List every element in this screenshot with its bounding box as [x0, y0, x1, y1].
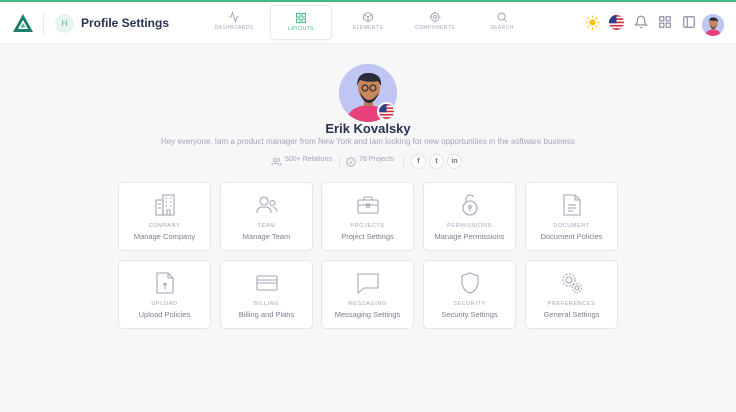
activity-icon	[229, 11, 239, 23]
grid-icon	[296, 13, 306, 23]
box-icon	[363, 11, 373, 23]
tab-dashboards[interactable]: Dashboards	[203, 5, 265, 40]
tab-layouts[interactable]: Layouts	[270, 5, 332, 40]
top-navbar: H Profile Settings Dashboards Layouts El…	[0, 2, 736, 44]
twitter-icon[interactable]: t	[429, 154, 444, 169]
divider	[403, 155, 404, 169]
tab-search[interactable]: Search	[471, 5, 533, 40]
building-icon	[155, 194, 175, 216]
card-team[interactable]: Team Manage Team	[220, 182, 313, 251]
search-icon	[497, 12, 507, 22]
tab-components[interactable]: Components	[404, 5, 466, 40]
us-flag-icon[interactable]	[609, 15, 624, 30]
tab-label: Elements	[352, 25, 384, 31]
card-subtitle: Manage Company	[133, 232, 196, 241]
credit-card-icon	[256, 275, 278, 291]
message-icon	[357, 273, 379, 295]
card-subtitle: Document Policies	[540, 232, 603, 241]
card-title: Permissions	[447, 223, 492, 229]
card-subtitle: Messaging Settings	[334, 310, 401, 319]
card-subtitle: Billing and Plans	[238, 310, 295, 319]
divider	[339, 155, 340, 169]
avatar-illustration	[702, 14, 724, 36]
shield-icon	[461, 272, 479, 294]
card-title: Company	[148, 223, 181, 229]
card-billing[interactable]: Billing Billing and Plans	[220, 260, 313, 329]
card-security[interactable]: Security Security Settings	[423, 260, 516, 329]
projects-count: 78 Projects	[359, 156, 395, 163]
card-messaging[interactable]: Messaging Messaging Settings	[321, 260, 414, 329]
us-flag-icon	[379, 104, 394, 119]
user-avatar[interactable]	[702, 14, 724, 36]
tab-label: Dashboards	[214, 25, 254, 31]
users-icon	[256, 196, 278, 213]
card-projects[interactable]: Projects Project Settings	[321, 182, 414, 251]
card-subtitle: Manage Permissions	[434, 232, 505, 241]
profile-name: Erik Kovalsky	[325, 121, 411, 136]
document-icon	[563, 194, 581, 216]
card-title: Team	[257, 223, 276, 229]
workspace-badge[interactable]: H	[55, 14, 74, 33]
card-permissions[interactable]: Permissions Manage Permissions	[423, 182, 516, 251]
unlock-icon	[462, 194, 478, 216]
briefcase-icon	[357, 196, 379, 214]
sidebar-icon[interactable]	[682, 15, 696, 29]
card-title: Projects	[350, 223, 385, 229]
card-subtitle: General Settings	[543, 310, 600, 319]
card-company[interactable]: Company Manage Company	[118, 182, 211, 251]
card-title: Document	[553, 223, 590, 229]
card-title: Billing	[253, 301, 280, 307]
bell-icon[interactable]	[634, 15, 648, 29]
profile-bio: Hey everyone, Iam a product manager from…	[161, 137, 575, 146]
sun-icon[interactable]	[585, 15, 600, 30]
card-subtitle: Upload Policies	[138, 310, 191, 319]
card-subtitle: Manage Team	[242, 232, 291, 241]
tab-elements[interactable]: Elements	[337, 5, 399, 40]
relations-count: 500+ Relations	[285, 156, 332, 163]
card-title: Messaging	[348, 301, 387, 307]
facebook-icon[interactable]: f	[411, 154, 426, 169]
card-title: Preferences	[547, 301, 596, 307]
card-upload[interactable]: Upload Upload Policies	[118, 260, 211, 329]
card-title: Upload	[151, 301, 178, 307]
tab-label: Components	[415, 25, 455, 31]
card-subtitle: Project Settings	[341, 232, 394, 241]
card-title: Security	[453, 301, 486, 307]
flag-badge	[377, 102, 396, 121]
card-document[interactable]: Document Document Policies	[525, 182, 618, 251]
apps-icon[interactable]	[658, 15, 672, 29]
linkedin-icon[interactable]: in	[447, 154, 462, 169]
upload-file-icon	[156, 272, 174, 294]
logo-icon[interactable]	[12, 13, 34, 33]
gears-icon	[562, 273, 583, 294]
tab-label: Layouts	[288, 26, 314, 32]
card-preferences[interactable]: Preferences General Settings	[525, 260, 618, 329]
settings-icon	[429, 11, 441, 23]
divider	[43, 13, 44, 35]
users-icon	[271, 157, 282, 166]
check-circle-icon	[346, 157, 356, 167]
page-title: Profile Settings	[81, 16, 170, 30]
tab-label: Search	[490, 25, 514, 31]
card-subtitle: Security Settings	[441, 310, 498, 319]
